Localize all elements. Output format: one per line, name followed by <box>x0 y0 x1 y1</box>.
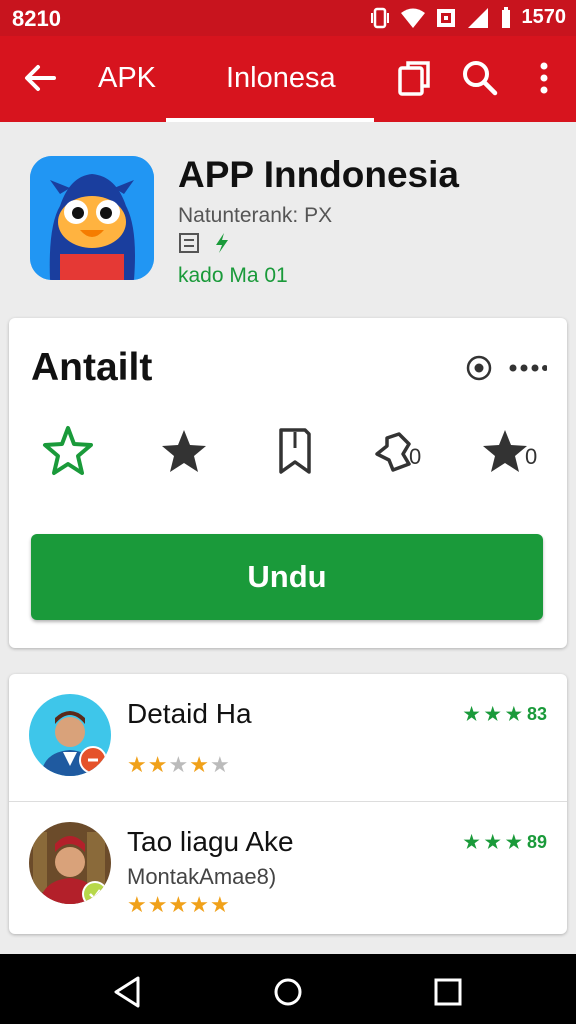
download-button[interactable]: Undu <box>31 534 543 620</box>
favorite-count-action[interactable]: 0 <box>481 424 538 478</box>
star-icon: ★ ★ ★ <box>463 704 522 724</box>
bird-mascot-icon <box>30 156 154 280</box>
reviewer-name: Tao liagu Ake <box>127 826 294 857</box>
signal-icon <box>467 7 488 28</box>
star-icon: ★ <box>189 752 210 777</box>
app-header: APP Inndonesia Natunterank: PX kado Ma 0… <box>0 124 576 314</box>
lightning-icon <box>216 233 228 253</box>
nav-bar <box>0 954 576 1024</box>
app-title: APP Inndonesia <box>178 154 459 195</box>
app-bar: APK Inlonesa <box>0 36 576 122</box>
reviewer-stars: ★★★★★ <box>127 752 231 778</box>
status-icons: 1570 <box>370 6 567 29</box>
reviewer-stars: ★★★★★ <box>127 892 231 918</box>
status-time: 8210 <box>12 6 61 31</box>
star-icon: ★ <box>127 892 148 917</box>
app-developer: Natunterank: PX <box>178 204 333 227</box>
star-icon: ★ <box>127 752 148 777</box>
app-icon <box>30 156 154 280</box>
search-icon[interactable] <box>460 58 500 98</box>
star-icon: ★ <box>189 892 210 917</box>
star-icon: ★ <box>147 752 169 777</box>
bookmark-action[interactable] <box>269 424 323 478</box>
share-action[interactable]: 0 <box>369 424 423 478</box>
back-icon[interactable] <box>110 974 146 1010</box>
star-icon: ★ <box>168 892 190 917</box>
bookmark-icon <box>279 428 311 474</box>
action-icon-row: 0 0 <box>9 424 567 484</box>
status-bar: 8210 1570 <box>0 0 576 36</box>
rate-action[interactable] <box>157 424 211 478</box>
avatar <box>29 822 111 904</box>
wifi-icon <box>400 8 425 28</box>
rating-value: 89 <box>526 832 547 852</box>
content-rating-icon <box>179 233 199 253</box>
more-horiz-icon[interactable] <box>507 354 547 382</box>
avatar <box>29 694 111 776</box>
copy-icon[interactable] <box>394 58 434 98</box>
battery-level: 1570 <box>521 6 567 28</box>
actions-card: Antailt 0 0 Undu <box>9 318 567 648</box>
radio-icon[interactable] <box>465 354 493 382</box>
tab-indonesia[interactable]: Inlonesa <box>226 62 336 95</box>
favorite-action[interactable] <box>41 424 95 478</box>
recents-icon[interactable] <box>430 974 466 1010</box>
back-arrow-icon[interactable] <box>20 58 60 98</box>
vibrate-icon <box>370 7 389 28</box>
star-icon: ★ <box>209 892 231 917</box>
tab-indicator <box>166 118 374 122</box>
rating-value: 83 <box>526 704 547 724</box>
card-title: Antailt <box>31 346 153 389</box>
tab-apk[interactable]: APK <box>98 62 156 95</box>
review-item[interactable]: Detaid Ha ★★★★★ ★ ★ ★ 83 <box>9 674 567 802</box>
star-icon: ★ ★ ★ <box>463 832 522 852</box>
reviewer-name: Detaid Ha <box>127 698 252 729</box>
home-icon[interactable] <box>270 974 306 1010</box>
star-icon: ★ <box>147 892 169 917</box>
star-icon: ★ <box>168 752 190 777</box>
review-rating: ★ ★ ★ 89 <box>464 832 547 853</box>
favorite-count: 0 <box>525 444 538 469</box>
star-icon: ★ <box>209 752 231 777</box>
reviewer-handle: MontakAmae8) <box>127 864 277 889</box>
reviews-card: Detaid Ha ★★★★★ ★ ★ ★ 83 Tao liagu Ake M… <box>9 674 567 934</box>
battery-icon <box>501 6 510 28</box>
review-item[interactable]: Tao liagu Ake MontakAmae8) ★★★★★ ★ ★ ★ 8… <box>9 802 567 930</box>
review-rating: ★ ★ ★ 83 <box>464 704 547 725</box>
notification-icon <box>436 8 455 27</box>
app-badges <box>178 232 230 254</box>
star-outline-icon <box>43 426 93 475</box>
star-filled-icon <box>162 430 206 472</box>
more-vert-icon[interactable] <box>524 58 564 98</box>
share-count: 0 <box>409 444 422 469</box>
app-category: kado Ma 01 <box>178 264 288 287</box>
